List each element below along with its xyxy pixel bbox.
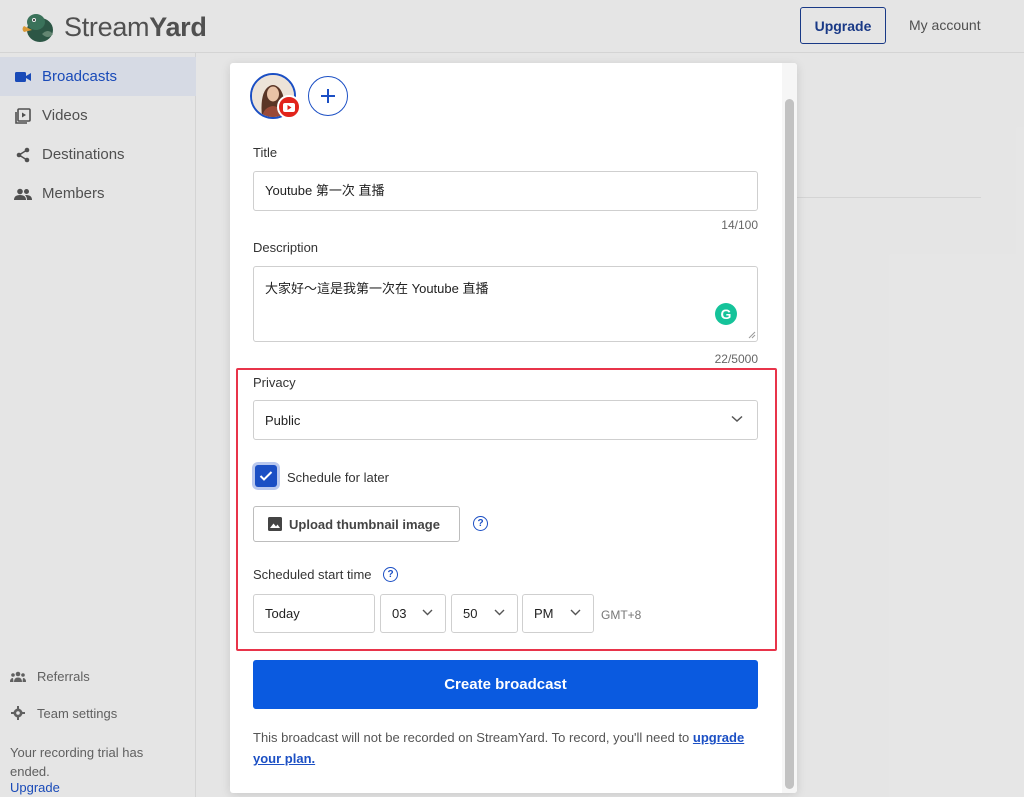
add-destination-button[interactable] <box>308 76 348 116</box>
recording-note: This broadcast will not be recorded on S… <box>253 727 758 769</box>
grammarly-icon[interactable]: G <box>715 303 737 325</box>
description-text: 大家好～這是我第一次在 Youtube 直播 <box>265 281 489 296</box>
description-label: Description <box>253 240 319 255</box>
plus-icon <box>321 89 335 103</box>
title-char-counter: 14/100 <box>721 218 758 232</box>
annotation-highlight-box <box>236 368 777 651</box>
resize-handle-icon[interactable] <box>748 331 756 339</box>
title-label: Title <box>253 145 278 160</box>
recording-note-text: This broadcast will not be recorded on S… <box>253 730 690 745</box>
youtube-icon <box>277 95 301 119</box>
description-char-counter: 22/5000 <box>714 352 758 366</box>
create-broadcast-button[interactable]: Create broadcast <box>253 660 758 709</box>
title-input[interactable]: Youtube 第一次 直播 <box>253 171 758 211</box>
modal-scrollbar-thumb[interactable] <box>785 99 794 789</box>
description-textarea[interactable]: 大家好～這是我第一次在 Youtube 直播 <box>253 266 758 342</box>
create-broadcast-modal: Title Youtube 第一次 直播 14/100 Description … <box>230 63 797 793</box>
